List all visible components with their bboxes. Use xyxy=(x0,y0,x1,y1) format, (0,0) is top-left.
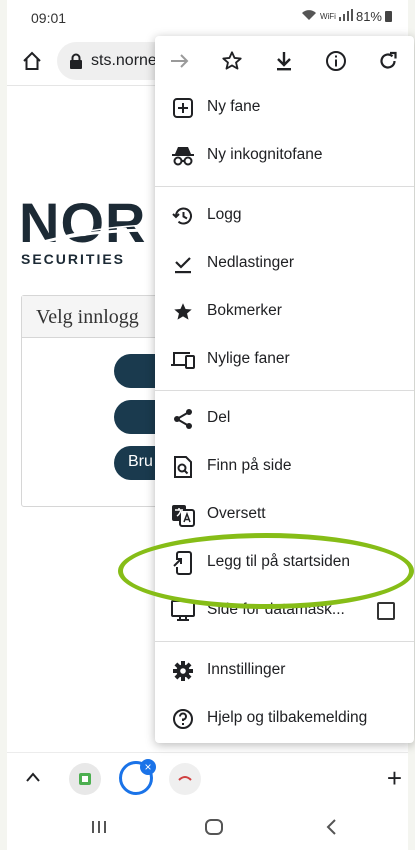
menu-divider xyxy=(155,390,414,391)
menu-item-label: Ny inkognitofane xyxy=(207,146,323,163)
star-icon[interactable] xyxy=(219,48,245,74)
downloads-icon xyxy=(171,252,195,276)
menu-item-history[interactable]: Logg xyxy=(155,192,414,240)
tab-favicon-other[interactable] xyxy=(169,763,201,795)
wifi-label: WiFi xyxy=(319,12,336,21)
forward-icon[interactable] xyxy=(167,48,193,74)
signal-icon xyxy=(338,9,353,24)
menu-item-label: Oversett xyxy=(207,505,266,522)
settings-icon xyxy=(171,659,195,683)
close-tab-icon[interactable]: × xyxy=(140,759,156,775)
tab-favicon-green[interactable] xyxy=(69,763,101,795)
menu-toolbar xyxy=(155,36,414,86)
lock-icon xyxy=(69,53,83,69)
menu-item-label: Innstillinger xyxy=(207,661,286,678)
menu-item-label: Finn på side xyxy=(207,457,292,474)
menu-item-label: Bokmerker xyxy=(207,302,282,319)
desktop-site-checkbox[interactable] xyxy=(377,602,395,620)
url-text: sts.norne xyxy=(91,52,157,69)
menu-item-downloads[interactable]: Nedlastinger xyxy=(155,240,414,288)
menu-item-translate[interactable]: Oversett xyxy=(155,491,414,539)
menu-item-label: Logg xyxy=(207,206,242,223)
help-icon xyxy=(171,707,195,731)
menu-item-label: Hjelp og tilbakemelding xyxy=(207,709,368,726)
home-nav-icon[interactable] xyxy=(205,819,223,840)
menu-divider xyxy=(155,186,414,187)
info-icon[interactable] xyxy=(323,48,349,74)
wifi-icon xyxy=(301,9,317,24)
tab-strip: × + xyxy=(7,752,408,804)
menu-item-share[interactable]: Del xyxy=(155,395,414,443)
history-icon xyxy=(171,204,195,228)
translate-icon xyxy=(171,503,195,527)
recents-icon[interactable] xyxy=(91,820,107,839)
status-bar: 09:01 WiFi 81% xyxy=(7,0,408,36)
login-option-3-label: Bru xyxy=(128,453,153,470)
menu-item-new-tab[interactable]: Ny fane xyxy=(155,84,414,132)
status-right: WiFi 81% xyxy=(301,9,392,24)
menu-item-label: Nedlastinger xyxy=(207,254,295,271)
refresh-icon[interactable] xyxy=(375,48,401,74)
battery-percent: 81% xyxy=(355,9,382,24)
chevron-up-icon[interactable] xyxy=(25,770,41,788)
menu-item-recent-tabs[interactable]: Nylige faner xyxy=(155,336,414,384)
menu-item-label: Ny fane xyxy=(207,98,261,115)
home-icon[interactable] xyxy=(21,50,43,72)
download-icon[interactable] xyxy=(271,48,297,74)
find-in-page-icon xyxy=(171,455,195,479)
battery-icon xyxy=(385,11,392,22)
highlight-ellipse xyxy=(118,533,414,609)
back-nav-icon[interactable] xyxy=(325,819,337,840)
status-time: 09:01 xyxy=(31,10,67,26)
devices-icon xyxy=(171,348,195,372)
logo-subtitle: SECURITIES xyxy=(21,251,126,267)
new-tab-button[interactable]: + xyxy=(387,763,402,794)
menu-item-bookmarks[interactable]: Bokmerker xyxy=(155,288,414,336)
overflow-menu: Ny fane Ny inkognitofane Logg Nedlasting… xyxy=(155,36,414,743)
menu-item-find-in-page[interactable]: Finn på side xyxy=(155,443,414,491)
menu-item-label: Nylige faner xyxy=(207,350,290,367)
menu-item-settings[interactable]: Innstillinger xyxy=(155,647,414,695)
menu-divider xyxy=(155,641,414,642)
system-nav-bar xyxy=(7,804,408,850)
share-icon xyxy=(171,407,195,431)
new-tab-icon xyxy=(171,96,195,120)
incognito-icon xyxy=(171,144,195,168)
menu-item-label: Del xyxy=(207,409,231,426)
menu-item-help[interactable]: Hjelp og tilbakemelding xyxy=(155,695,414,743)
bookmark-star-icon xyxy=(171,300,195,324)
menu-item-incognito[interactable]: Ny inkognitofane xyxy=(155,132,414,180)
